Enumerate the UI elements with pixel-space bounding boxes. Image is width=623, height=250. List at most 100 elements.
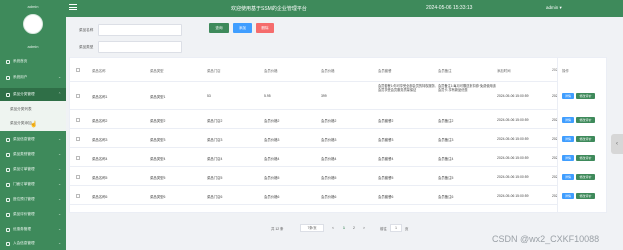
member-icon [6,241,10,246]
row-checkbox[interactable] [76,117,80,122]
detail-button[interactable]: 详情 [562,192,574,199]
seat-icon [6,197,10,202]
table-cell: 会员套餐7 [378,213,393,214]
table-cell: 会员备注3 [438,137,454,142]
select-all-checkbox[interactable] [76,68,80,72]
table-row[interactable]: 菜品名称7 菜品类型7 菜品门店7 会员价格7 会员价格7 会员套餐7 会员备注7 2024-… [70,205,606,214]
table-cell-year: 202 [552,213,558,214]
column-header-actions: 操作 [562,69,569,73]
hamburger-menu-icon[interactable] [69,4,77,12]
file-icon [6,137,10,142]
row-checkbox[interactable] [76,155,80,160]
avatar[interactable] [23,14,43,34]
table-row[interactable]: 菜品名称2 菜品类型2 菜品门店2 会员价格2 会员价格2 会员套餐2 会员备注2 2024-… [70,110,606,129]
table-cell: 会员价格6 [264,194,280,199]
page-number[interactable]: 1 [343,226,345,230]
chevron-left-icon[interactable]: ‹ [611,134,623,154]
detail-button[interactable]: 详情 [562,211,574,212]
user-menu[interactable]: admin ▾ [546,5,562,11]
sidebar-item-label: 座位预订管理 [13,197,35,201]
table-cell: 菜品名称5 [92,175,108,180]
chevron-down-icon: ⌄ [58,227,61,231]
sidebar-item-review[interactable]: 菜品评价管理 ⌄ [0,208,66,221]
table-cell: 会员备注7 [438,213,453,214]
sidebar-item-coupon[interactable]: 优惠券管理 ⌄ [0,223,66,236]
row-checkbox[interactable] [76,94,80,98]
add-button[interactable]: 添加 [233,23,252,33]
detail-button[interactable]: 详情 [562,173,574,180]
submenu-item-list[interactable]: 菜品分类列表 [10,107,32,112]
goto-page-input[interactable]: 1 [390,224,402,232]
table-cell: 会员价格7 [321,213,336,214]
sidebar-item-home[interactable]: 系统首页 [0,55,66,68]
table-cell: 会员价格2 [264,118,280,123]
sidebar-item-dish-type[interactable]: 菜品类别管理 ⌄ [0,148,66,161]
table-cell: 会员套餐3 [378,137,394,142]
table-cell: 会员备注4 [438,156,454,161]
detail-button[interactable]: 详情 [562,135,574,142]
sidebar-item-label: 菜品订单管理 [13,167,35,171]
top-bar: 欢迎使用基于SSM的企业管理平台 2024-05-06 15:33:13 adm… [66,0,623,17]
sidebar-item-dish-info[interactable]: 菜品信息管理 ⌄ [0,133,66,146]
row-checkbox[interactable] [76,136,80,141]
delete-button[interactable]: 删除 [256,23,274,33]
table-row[interactable]: 菜品名称1 菜品类型1 53 5.95 399 会员套餐1:你可享受全部会员的特权服务,会… [70,82,606,110]
sidebar-item-member[interactable]: 入会信息管理 ⌄ [0,237,66,250]
table-row[interactable]: 菜品名称4 菜品类型4 菜品门店4 会员价格4 会员价格4 会员套餐4 会员备注4 2024-… [70,148,606,167]
type-search-input[interactable] [98,41,182,53]
table-cell: 399 [321,94,327,98]
sidebar-item-store-order[interactable]: 门面订单管理 ⌄ [0,178,66,191]
table-cell: 5.95 [264,94,271,98]
detail-button[interactable]: 详情 [562,93,574,99]
edit-button[interactable]: 修改评价 [576,173,595,180]
detail-button[interactable]: 详情 [562,116,574,123]
name-search-input[interactable] [98,24,182,36]
row-checkbox[interactable] [76,174,80,179]
actions-column: 操作 详情修改评价详情修改评价详情修改评价详情修改评价详情修改评价详情修改评价详… [557,58,606,212]
table-cell: 菜品类型3 [150,137,166,142]
edit-button[interactable]: 修改评价 [576,93,595,99]
category-icon [6,92,10,97]
sidebar-item-dish-order[interactable]: 菜品订单管理 ⌄ [0,163,66,176]
detail-button[interactable]: 详情 [562,154,574,161]
table-cell: 2024-05-06 15:00:59 [497,117,529,122]
edit-button[interactable]: 修改评价 [576,154,595,161]
search-button[interactable]: 查询 [209,23,229,33]
edit-button[interactable]: 修改评价 [576,116,595,123]
page-number[interactable]: 2 [353,226,355,230]
edit-button[interactable]: 修改评价 [576,192,595,199]
table-cell: 菜品门店7 [207,213,222,214]
sidebar-item-users[interactable]: 系统用户 ⌄ [0,71,66,84]
table-cell: 会员价格5 [264,175,280,180]
table-cell: 菜品门店3 [207,137,223,142]
table-row[interactable]: 菜品名称3 菜品类型3 菜品门店3 会员价格3 会员价格3 会员套餐3 会员备注3 2024-… [70,129,606,148]
table-cell: 会员套餐2 [378,118,394,123]
table-cell: 会员价格3 [321,137,337,142]
table-row[interactable]: 菜品名称6 菜品类型6 菜品门店6 会员价格6 会员价格6 会员套餐6 会员备注6 2024-… [70,186,606,205]
sidebar-item-label: 菜品信息管理 [13,137,35,141]
sidebar-item-label: 系统用户 [13,75,28,79]
chevron-down-icon: ⌄ [58,241,61,245]
sidebar-item-label: 优惠券管理 [13,227,31,231]
row-checkbox[interactable] [76,213,80,214]
prev-page-button[interactable]: < [332,226,334,230]
column-header: 会员价格 [321,69,335,73]
table-cell: 菜品名称7 [92,213,107,214]
page-size-select[interactable]: 7条/页 [300,224,324,232]
next-page-button[interactable]: > [363,226,365,230]
edit-button[interactable]: 修改评价 [576,135,595,142]
chevron-up-icon: ⌃ [58,92,61,96]
row-checkbox[interactable] [76,193,80,198]
table-cell: 53 [207,94,211,98]
sidebar-item-seat[interactable]: 座位预订管理 ⌄ [0,193,66,206]
table-cell: 菜品类型6 [150,194,166,199]
table-row[interactable]: 菜品名称5 菜品类型5 菜品门店5 会员价格5 会员价格5 会员套餐5 会员备注5 2024-… [70,167,606,186]
submenu-item-add[interactable]: 菜品分类添加 [10,121,32,126]
edit-button[interactable]: 修改评价 [576,211,595,212]
table-cell: 菜品门店5 [207,175,223,180]
table-cell: 会员价格5 [321,175,337,180]
table-cell: 会员价格4 [264,156,280,161]
sidebar-item-category[interactable]: 菜品分类管理 ⌃ [0,88,66,101]
table-cell: 菜品类型4 [150,156,166,161]
table-cell: 会员备注1:每月可赠送折扣券·免费使用该会员卡,享有新品优惠 [438,84,496,93]
